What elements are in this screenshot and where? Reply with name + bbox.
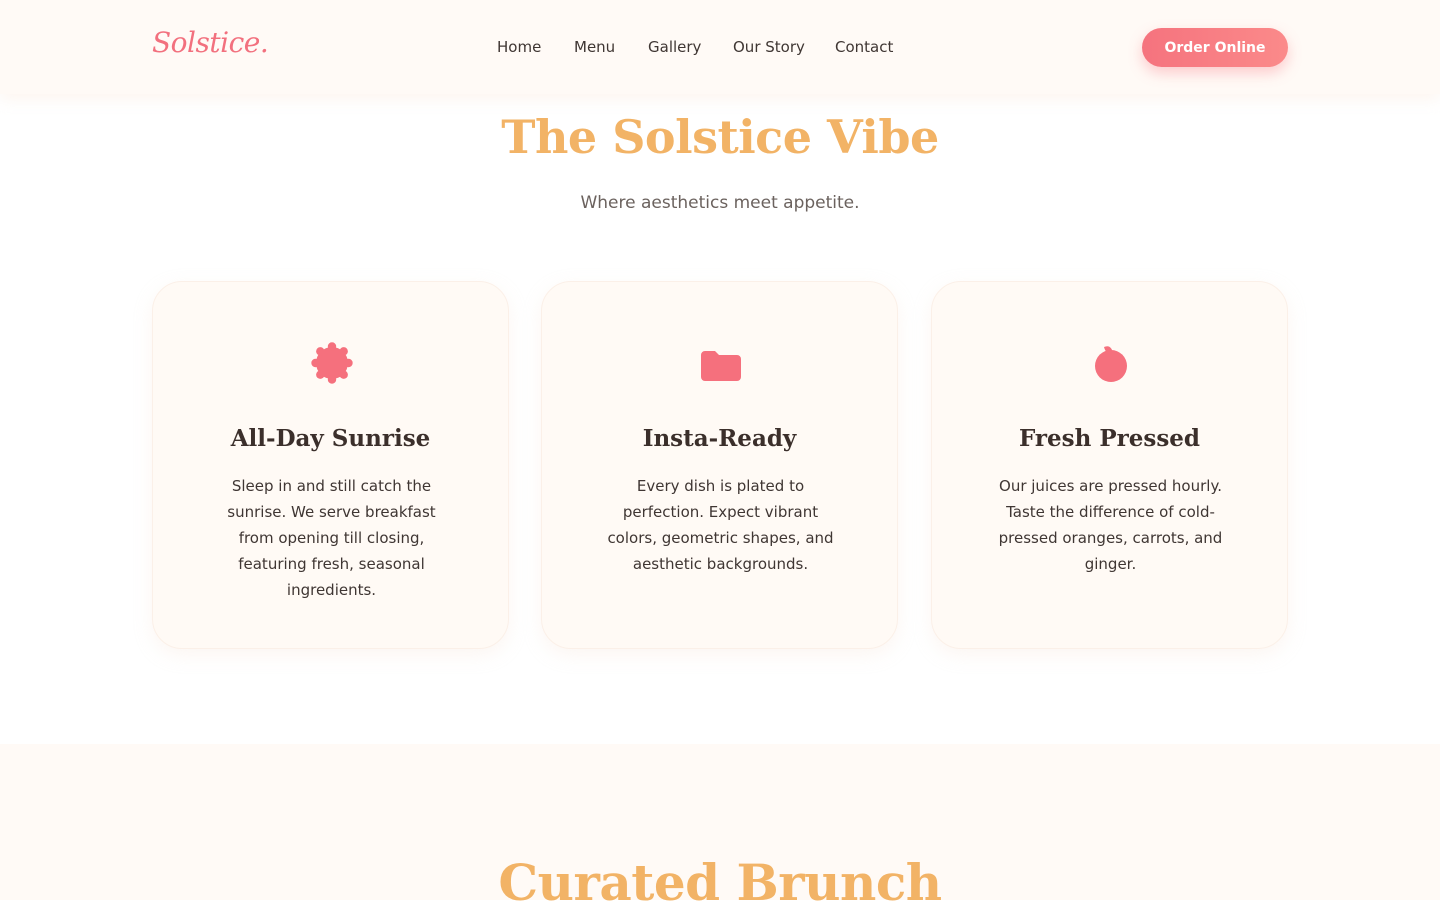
feature-card-fresh-pressed: Fresh Pressed Our juices are pressed hou… [931, 281, 1288, 649]
feature-title: Fresh Pressed [1018, 425, 1200, 452]
feature-description: Every dish is plated to perfection. Expe… [607, 477, 834, 573]
feature-description: Our juices are pressed hourly. Taste the… [998, 477, 1223, 573]
sun-badge-icon [311, 342, 353, 384]
site-header: Solstice. Home Menu Gallery Our Story Co… [0, 0, 1440, 94]
nav-link-contact[interactable]: Contact [835, 37, 893, 57]
order-online-button[interactable]: Order Online [1142, 28, 1288, 67]
section-subtitle: Where aesthetics meet appetite. [580, 193, 860, 213]
section-title: The Solstice Vibe [501, 110, 939, 164]
nav-link-home[interactable]: Home [497, 37, 541, 57]
nav-link-our-story[interactable]: Our Story [733, 37, 805, 57]
curated-brunch-section: Curated Brunch [0, 744, 1440, 912]
section-title: Curated Brunch [498, 853, 942, 912]
feature-description: Sleep in and still catch the sunrise. We… [227, 477, 436, 599]
nav-link-menu[interactable]: Menu [574, 37, 615, 57]
nav-link-gallery[interactable]: Gallery [648, 37, 701, 57]
orange-icon [1095, 346, 1127, 382]
folder-icon [701, 351, 741, 381]
feature-title: All-Day Sunrise [230, 425, 431, 452]
feature-card-all-day-sunrise: All-Day Sunrise Sleep in and still catch… [152, 281, 509, 649]
feature-card-insta-ready: Insta-Ready Every dish is plated to perf… [541, 281, 898, 649]
feature-title: Insta-Ready [642, 425, 797, 452]
